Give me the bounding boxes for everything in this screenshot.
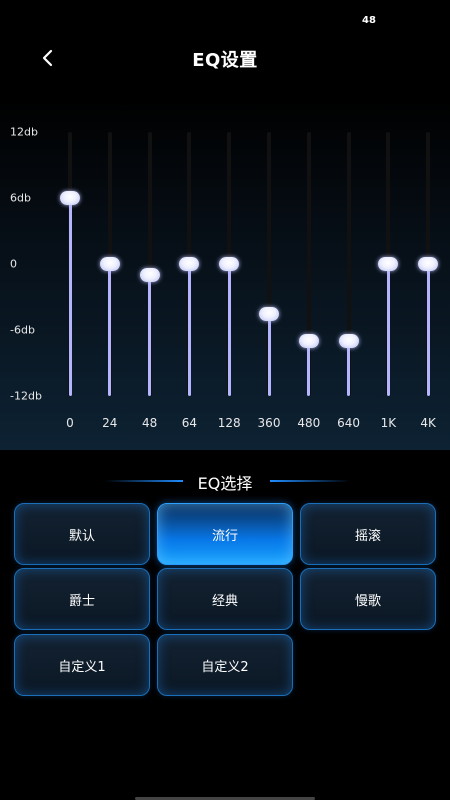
slider-knob[interactable] bbox=[338, 334, 359, 348]
preset-button[interactable]: 慢歌 bbox=[300, 568, 436, 630]
slider-fill bbox=[267, 313, 271, 396]
header: EQ设置 bbox=[0, 36, 450, 80]
slider-knob[interactable] bbox=[378, 257, 399, 271]
slider-fill bbox=[347, 341, 351, 396]
section-title: EQ选择 bbox=[197, 474, 253, 493]
preset-button[interactable]: 默认 bbox=[14, 503, 150, 565]
page-title: EQ设置 bbox=[192, 50, 258, 71]
eq-preset-heading: EQ选择 bbox=[0, 468, 450, 494]
db-scale-label: 12db bbox=[10, 125, 38, 139]
db-scale-label: -6db bbox=[10, 323, 35, 337]
slider-knob[interactable] bbox=[298, 334, 319, 348]
frequency-label: 480 bbox=[297, 416, 321, 430]
slider-knob[interactable] bbox=[99, 257, 120, 271]
eq-settings-screen: 48 EQ设置 12db 6db 0 -6db -12db 0 24 48 64 128 360 48… bbox=[0, 0, 450, 800]
db-scale-label: 0 bbox=[10, 257, 17, 271]
preset-button[interactable]: 爵士 bbox=[14, 568, 150, 630]
slider-knob[interactable] bbox=[139, 268, 160, 282]
slider-fill bbox=[148, 275, 152, 396]
frequency-label: 64 bbox=[181, 416, 198, 430]
frequency-label: 48 bbox=[141, 416, 158, 430]
db-scale-label: -12db bbox=[10, 389, 42, 403]
slider-fill bbox=[108, 264, 112, 396]
slider-knob[interactable] bbox=[179, 257, 200, 271]
equalizer-panel: 12db 6db 0 -6db -12db 0 24 48 64 128 360 480 640 1K 4K bbox=[0, 98, 450, 450]
slider-fill bbox=[187, 264, 191, 396]
slider-fill bbox=[227, 264, 231, 396]
frequency-label: 24 bbox=[102, 416, 118, 430]
divider-right bbox=[270, 480, 350, 482]
slider-knob[interactable] bbox=[60, 191, 80, 205]
frequency-label: 128 bbox=[217, 416, 241, 430]
preset-button[interactable]: 经典 bbox=[157, 568, 293, 630]
frequency-label: 0 bbox=[66, 416, 74, 430]
frequency-label: 640 bbox=[337, 416, 361, 430]
preset-button[interactable]: 摇滚 bbox=[300, 503, 436, 565]
slider-knob[interactable] bbox=[418, 257, 439, 271]
slider-fill bbox=[386, 264, 390, 396]
preset-button[interactable]: 自定义2 bbox=[157, 634, 293, 696]
status-badge: 48 bbox=[362, 15, 376, 26]
preset-button[interactable]: 流行 bbox=[157, 503, 293, 565]
frequency-label: 4K bbox=[420, 416, 436, 430]
slider-fill bbox=[426, 264, 430, 396]
db-scale-label: 6db bbox=[10, 191, 31, 205]
frequency-label: 360 bbox=[257, 416, 281, 430]
slider-knob[interactable] bbox=[219, 257, 240, 271]
slider-fill bbox=[307, 341, 311, 396]
slider-knob[interactable] bbox=[259, 306, 279, 321]
frequency-label: 1K bbox=[380, 416, 397, 430]
preset-button[interactable]: 自定义1 bbox=[14, 634, 150, 696]
slider-fill bbox=[68, 198, 72, 396]
